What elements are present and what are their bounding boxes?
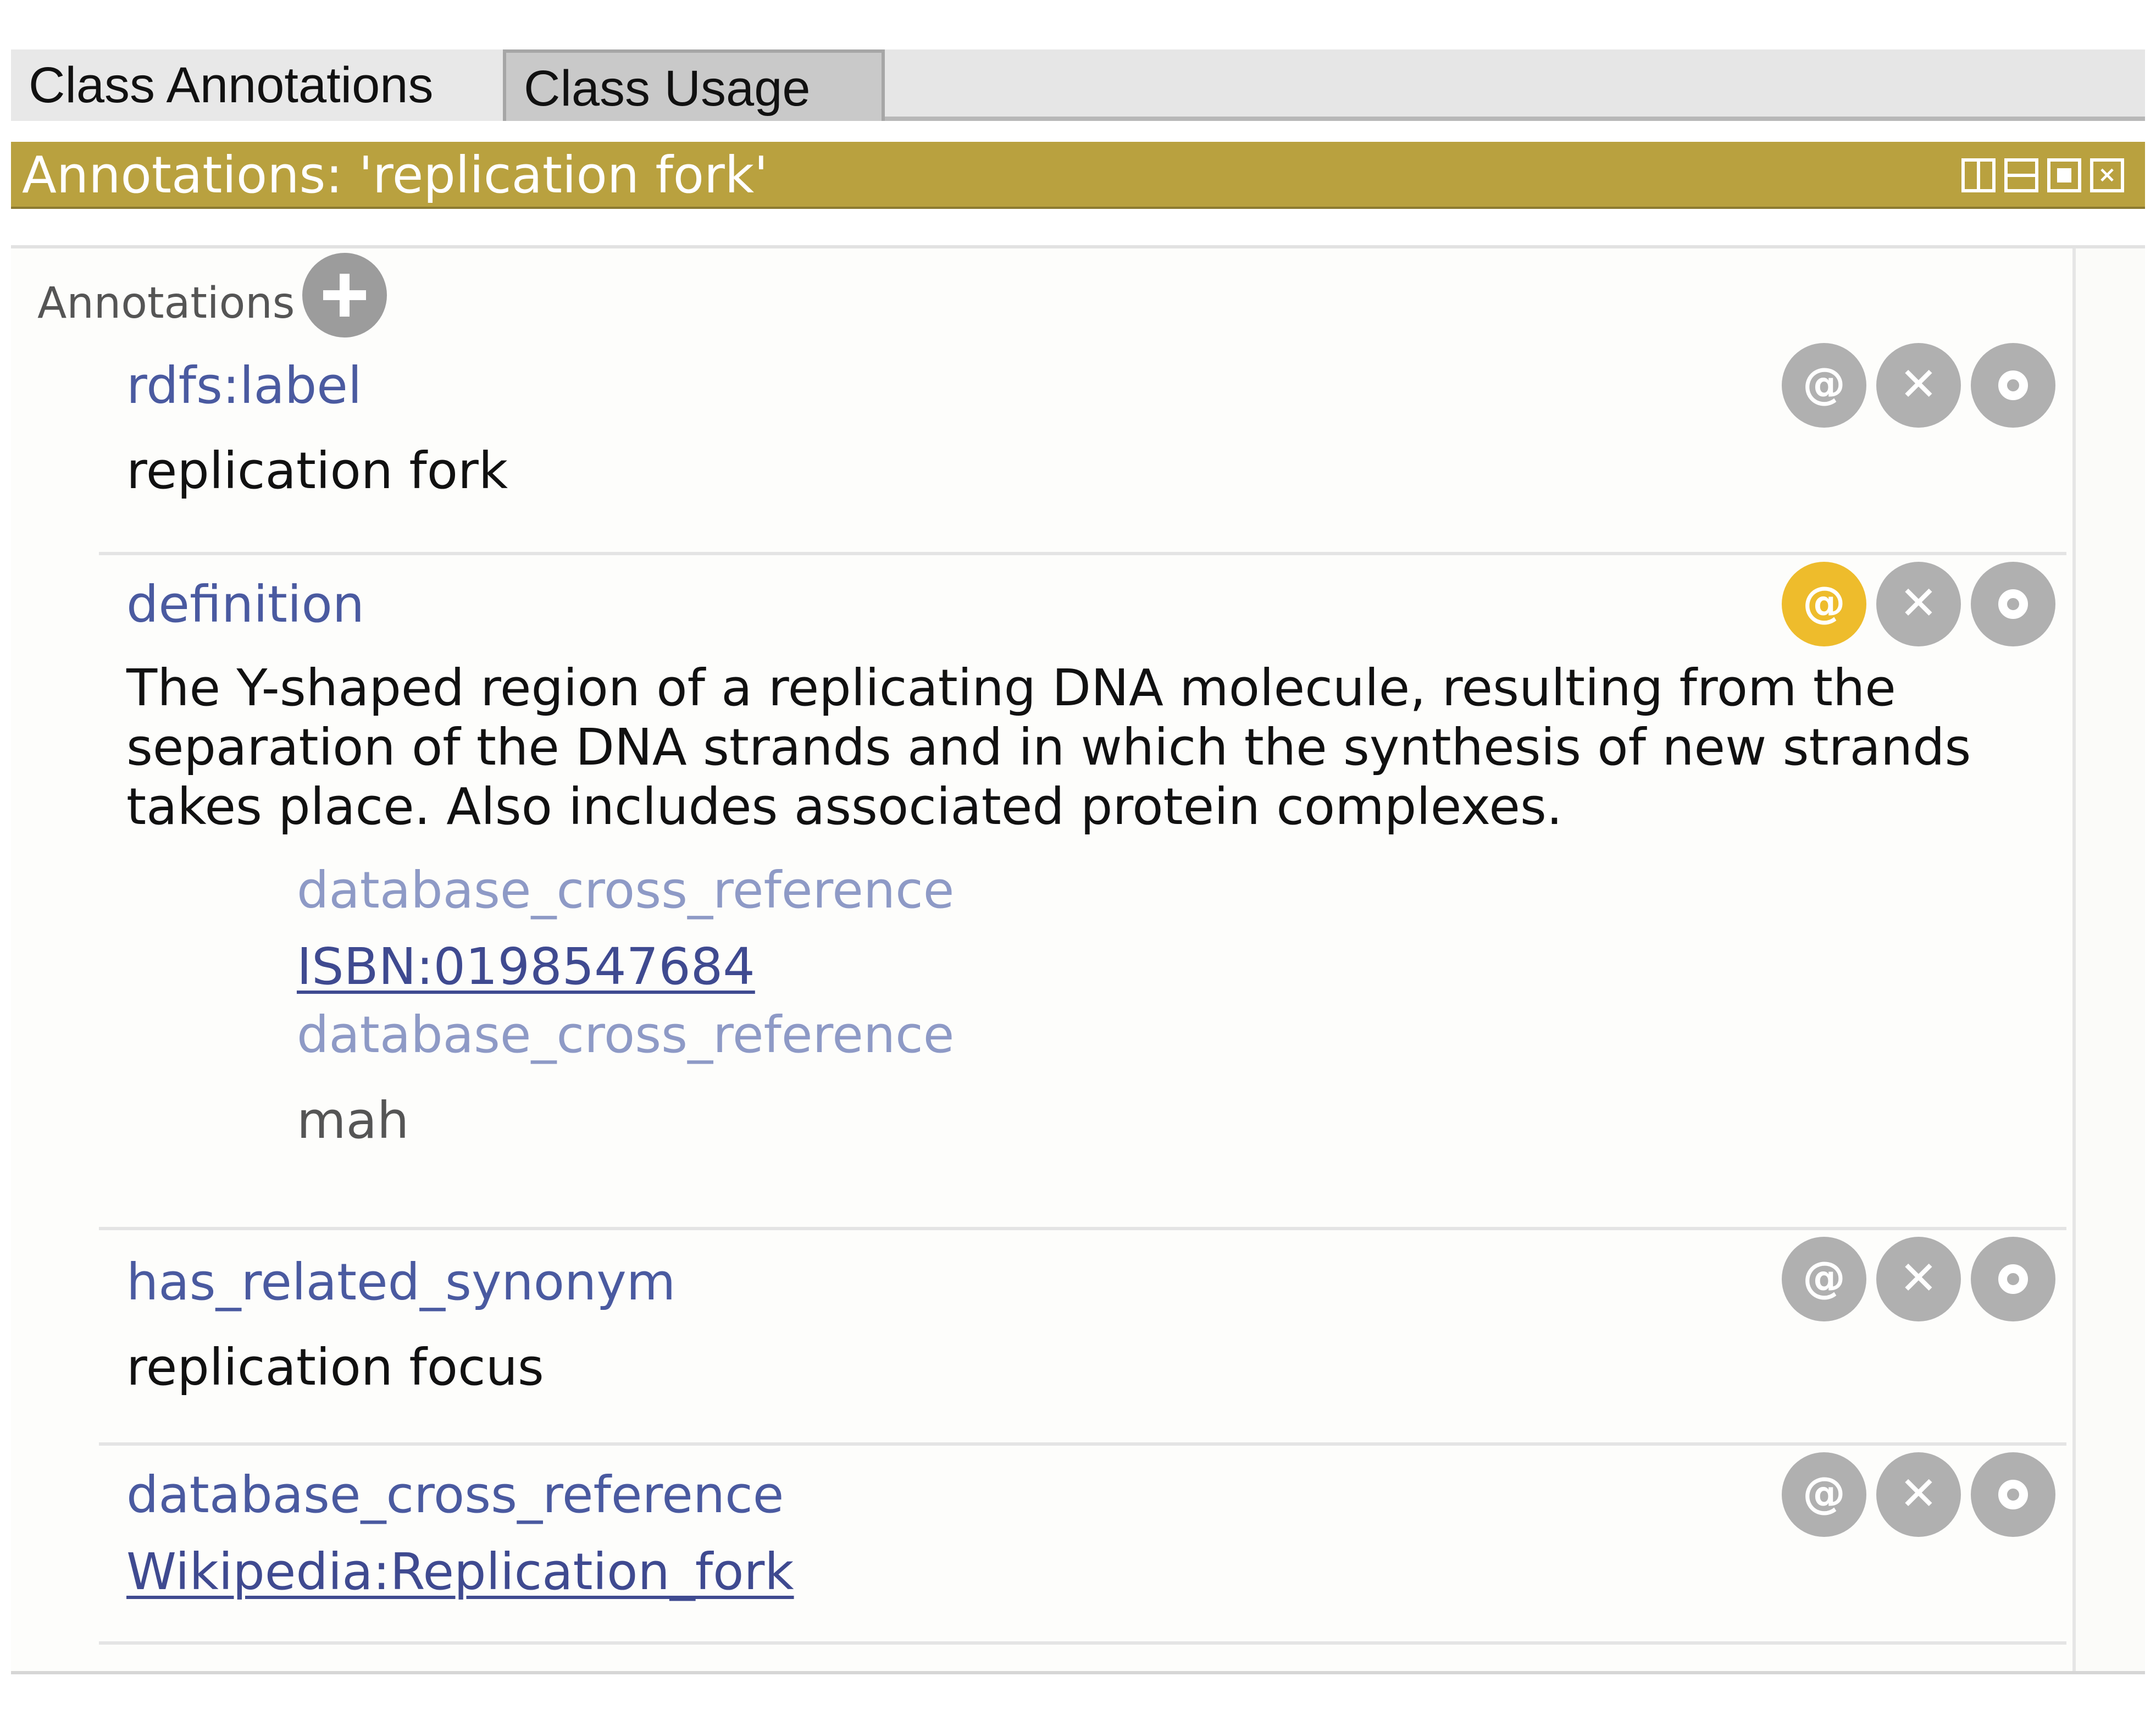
tab-strip: Class Annotations Class Usage [11,49,2145,121]
annotate-button[interactable]: @ [1782,343,1866,428]
sub-annotation-property[interactable]: database_cross_reference [297,1005,954,1065]
delete-button[interactable]: ✕ [1876,1237,1961,1321]
close-view-icon[interactable]: × [2090,158,2124,192]
delete-button[interactable]: ✕ [1876,343,1961,428]
row-actions: @ ✕ [1782,343,2055,428]
add-annotation-button[interactable] [302,253,387,338]
split-horizontal-icon[interactable] [2004,158,2038,192]
maximize-icon[interactable] [2047,158,2081,192]
sub-annotation-value: mah [297,1091,409,1150]
scrollbar[interactable] [2072,248,2145,1671]
annotate-button[interactable]: @ [1782,1452,1866,1537]
annotation-value: The Y-shaped region of a replicating DNA… [126,659,1971,836]
row-actions: @ ✕ [1782,1237,2055,1321]
split-vertical-icon[interactable] [1961,158,1996,192]
edit-button[interactable] [1971,1237,2055,1321]
annotation-property[interactable]: has_related_synonym [126,1252,675,1313]
annotation-value: replication focus [126,1338,544,1397]
annotation-link[interactable]: Wikipedia:Replication_fork [126,1542,794,1602]
tab-class-annotations[interactable]: Class Annotations [11,49,503,121]
row-actions: @ ✕ [1782,562,2055,646]
section-label: Annotations [37,279,295,328]
sub-annotation-property[interactable]: database_cross_reference [297,860,954,921]
view-title: Annotations: 'replication fork' [22,146,768,204]
delete-button[interactable]: ✕ [1876,562,1961,646]
edit-button[interactable] [1971,343,2055,428]
row-actions: @ ✕ [1782,1452,2055,1537]
annotation-value: replication fork [126,441,508,500]
tab-class-usage[interactable]: Class Usage [503,49,885,121]
annotation-row: definition The Y-shaped region of a repl… [99,555,2066,1230]
annotation-row: database_cross_reference Wikipedia:Repli… [99,1446,2066,1645]
view-controls: × [1961,158,2124,192]
view-header: Annotations: 'replication fork' × [11,142,2145,209]
annotation-property[interactable]: definition [126,574,364,635]
annotate-button[interactable]: @ [1782,1237,1866,1321]
edit-button[interactable] [1971,1452,2055,1537]
annotation-property[interactable]: database_cross_reference [126,1465,784,1525]
annotations-view: Class Annotations Class Usage Annotation… [11,49,2145,1681]
delete-button[interactable]: ✕ [1876,1452,1961,1537]
annotations-list: Annotations rdfs:label replication fork … [11,245,2145,1674]
edit-button[interactable] [1971,562,2055,646]
annotation-property[interactable]: rdfs:label [126,356,362,416]
annotation-row: has_related_synonym replication focus @ … [99,1230,2066,1446]
annotation-row: rdfs:label replication fork @ ✕ [99,336,2066,555]
sub-annotation-link[interactable]: ISBN:0198547684 [297,937,755,997]
annotate-button[interactable]: @ [1782,562,1866,646]
